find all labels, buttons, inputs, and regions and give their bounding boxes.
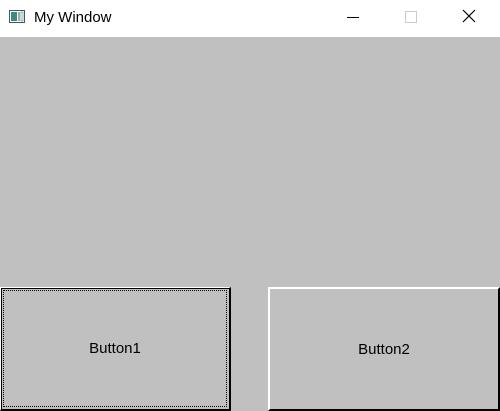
window-title: My Window [34, 9, 112, 26]
button-2[interactable]: Button2 [268, 287, 500, 411]
button-1-label: Button1 [89, 340, 141, 357]
maximize-icon [405, 10, 417, 28]
close-button[interactable] [446, 0, 492, 37]
minimize-button[interactable] [330, 0, 376, 37]
minimize-icon [347, 10, 359, 28]
maximize-button[interactable] [388, 0, 434, 37]
button-2-label: Button2 [358, 340, 410, 358]
title-bar[interactable]: My Window [0, 0, 500, 37]
main-window: My Window Button1 Button2 [0, 0, 500, 411]
window-app-icon[interactable] [9, 10, 25, 23]
button-1[interactable]: Button1 [0, 287, 231, 411]
close-icon [462, 9, 476, 28]
